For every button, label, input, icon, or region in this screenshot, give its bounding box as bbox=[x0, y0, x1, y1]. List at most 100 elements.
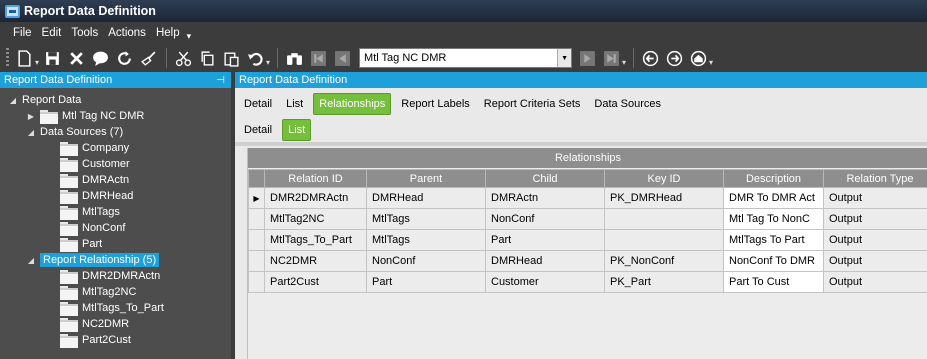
home-dropdown-icon[interactable]: ▾ bbox=[709, 58, 713, 67]
cell-child[interactable]: DMRActn bbox=[485, 187, 605, 209]
menu-actions[interactable]: Actions bbox=[103, 27, 151, 39]
cell-description[interactable]: DMR To DMR Act bbox=[723, 187, 824, 209]
tree-node-data-source[interactable]: NonConf bbox=[60, 220, 125, 236]
tree-node-data-sources[interactable]: ◢ Data Sources (7) bbox=[26, 124, 123, 140]
tree-node-record[interactable]: ▶ Mtl Tag NC DMR bbox=[26, 108, 144, 124]
pin-icon[interactable]: ⊣ bbox=[216, 75, 225, 86]
tree-node-data-source[interactable]: Company bbox=[60, 140, 129, 156]
cell-child[interactable]: Part bbox=[485, 229, 605, 251]
tree-node-relationship[interactable]: MtlTags_To_Part bbox=[60, 300, 164, 316]
menu-help[interactable]: Help bbox=[151, 27, 185, 39]
cell-parent[interactable]: MtlTags bbox=[366, 208, 486, 230]
chevron-down-icon[interactable]: ▼ bbox=[557, 49, 572, 67]
tree-node-relationship[interactable]: DMR2DMRActn bbox=[60, 268, 160, 284]
table-row[interactable]: ▶ DMR2DMRActn DMRHead DMRActn PK_DMRHead… bbox=[248, 187, 927, 209]
tree-node-data-source[interactable]: Customer bbox=[60, 156, 130, 172]
cell-child[interactable]: Customer bbox=[485, 271, 605, 293]
refresh-icon[interactable] bbox=[113, 47, 135, 69]
subtab-list[interactable]: List bbox=[282, 119, 312, 141]
cell-child[interactable]: DMRHead bbox=[485, 250, 605, 272]
record-selector-value[interactable]: Mtl Tag NC DMR bbox=[360, 52, 557, 64]
table-row[interactable]: MtlTags_To_Part MtlTags Part MtlTags To … bbox=[248, 229, 927, 251]
delete-icon[interactable] bbox=[65, 47, 87, 69]
copy-icon[interactable] bbox=[196, 47, 218, 69]
tree-node-relationship[interactable]: Part2Cust bbox=[60, 332, 131, 348]
new-dropdown-icon[interactable]: ▾ bbox=[35, 58, 39, 67]
cell-relation-id[interactable]: MtlTags_To_Part bbox=[264, 229, 367, 251]
next-record-icon[interactable] bbox=[576, 47, 598, 69]
cell-relation-type[interactable]: Output bbox=[823, 250, 927, 272]
cell-key-id[interactable]: PK_DMRHead bbox=[604, 187, 724, 209]
new-icon[interactable] bbox=[13, 47, 35, 69]
cell-description[interactable]: MtlTags To Part bbox=[723, 229, 824, 251]
tab-list[interactable]: List bbox=[282, 95, 307, 113]
tree-node-relationship[interactable]: NC2DMR bbox=[60, 316, 129, 332]
previous-record-icon[interactable] bbox=[331, 47, 353, 69]
comment-icon[interactable] bbox=[89, 47, 111, 69]
column-header[interactable]: Key ID bbox=[604, 169, 724, 188]
tab-data-sources[interactable]: Data Sources bbox=[590, 95, 665, 113]
tab-report-criteria-sets[interactable]: Report Criteria Sets bbox=[480, 95, 585, 113]
cell-parent[interactable]: NonConf bbox=[366, 250, 486, 272]
tab-relationships[interactable]: Relationships bbox=[313, 93, 392, 115]
cut-icon[interactable] bbox=[172, 47, 194, 69]
save-icon[interactable] bbox=[41, 47, 63, 69]
cell-relation-type[interactable]: Output bbox=[823, 187, 927, 209]
menu-file[interactable]: File bbox=[8, 27, 37, 39]
table-row[interactable]: Part2Cust Part Customer PK_Part Part To … bbox=[248, 271, 927, 293]
cell-parent[interactable]: MtlTags bbox=[366, 229, 486, 251]
cell-relation-type[interactable]: Output bbox=[823, 271, 927, 293]
tree-node-data-source[interactable]: DMRActn bbox=[60, 172, 129, 188]
undo-icon[interactable] bbox=[244, 47, 266, 69]
collapsed-arrow-icon[interactable]: ▶ bbox=[26, 112, 36, 121]
tree-node-report-relationships[interactable]: ◢ Report Relationship (5) bbox=[26, 252, 160, 268]
expanded-arrow-icon[interactable]: ◢ bbox=[26, 256, 36, 265]
nav-dropdown-icon[interactable]: ▾ bbox=[622, 58, 626, 67]
column-header[interactable]: Description bbox=[723, 169, 824, 188]
cell-parent[interactable]: Part bbox=[366, 271, 486, 293]
first-record-icon[interactable] bbox=[307, 47, 329, 69]
expanded-arrow-icon[interactable]: ◢ bbox=[8, 96, 18, 105]
expanded-arrow-icon[interactable]: ◢ bbox=[26, 128, 36, 137]
tree-node-data-source[interactable]: DMRHead bbox=[60, 188, 133, 204]
menu-edit[interactable]: Edit bbox=[37, 27, 67, 39]
clear-broom-icon[interactable] bbox=[137, 47, 159, 69]
search-binoculars-icon[interactable] bbox=[283, 47, 305, 69]
paste-icon[interactable] bbox=[220, 47, 242, 69]
record-selector[interactable]: Mtl Tag NC DMR ▼ bbox=[359, 48, 573, 68]
undo-dropdown-icon[interactable]: ▾ bbox=[266, 58, 270, 67]
tab-detail[interactable]: Detail bbox=[240, 95, 276, 113]
subtab-detail[interactable]: Detail bbox=[240, 121, 276, 139]
cell-key-id[interactable] bbox=[604, 229, 724, 251]
cell-description[interactable]: NonConf To DMR bbox=[723, 250, 824, 272]
cell-description[interactable]: Part To Cust bbox=[723, 271, 824, 293]
table-row[interactable]: MtlTag2NC MtlTags NonConf Mtl Tag To Non… bbox=[248, 208, 927, 230]
tree-node-report-data[interactable]: ◢ Report Data bbox=[8, 92, 81, 108]
tree-node-relationship[interactable]: MtlTag2NC bbox=[60, 284, 136, 300]
column-header[interactable]: Parent bbox=[366, 169, 486, 188]
cell-key-id[interactable] bbox=[604, 208, 724, 230]
last-record-icon[interactable] bbox=[600, 47, 622, 69]
cell-key-id[interactable]: PK_Part bbox=[604, 271, 724, 293]
cell-relation-id[interactable]: NC2DMR bbox=[264, 250, 367, 272]
toolbar-grip[interactable] bbox=[6, 48, 9, 68]
cell-relation-type[interactable]: Output bbox=[823, 229, 927, 251]
menu-tools[interactable]: Tools bbox=[66, 27, 103, 39]
back-icon[interactable] bbox=[639, 47, 661, 69]
cell-child[interactable]: NonConf bbox=[485, 208, 605, 230]
cell-description[interactable]: Mtl Tag To NonC bbox=[723, 208, 824, 230]
column-header[interactable]: Relation Type bbox=[823, 169, 927, 188]
table-row[interactable]: NC2DMR NonConf DMRHead PK_NonConf NonCon… bbox=[248, 250, 927, 272]
cell-key-id[interactable]: PK_NonConf bbox=[604, 250, 724, 272]
cell-relation-id[interactable]: Part2Cust bbox=[264, 271, 367, 293]
tree-node-data-source[interactable]: Part bbox=[60, 236, 102, 252]
cell-relation-id[interactable]: DMR2DMRActn bbox=[264, 187, 367, 209]
column-header[interactable]: Relation ID bbox=[264, 169, 367, 188]
menu-overflow-icon[interactable]: ▾ bbox=[187, 31, 192, 42]
cell-parent[interactable]: DMRHead bbox=[366, 187, 486, 209]
column-header[interactable]: Child bbox=[485, 169, 605, 188]
cell-relation-id[interactable]: MtlTag2NC bbox=[264, 208, 367, 230]
tree-node-data-source[interactable]: MtlTags bbox=[60, 204, 120, 220]
cell-relation-type[interactable]: Output bbox=[823, 208, 927, 230]
home-icon[interactable] bbox=[687, 47, 709, 69]
